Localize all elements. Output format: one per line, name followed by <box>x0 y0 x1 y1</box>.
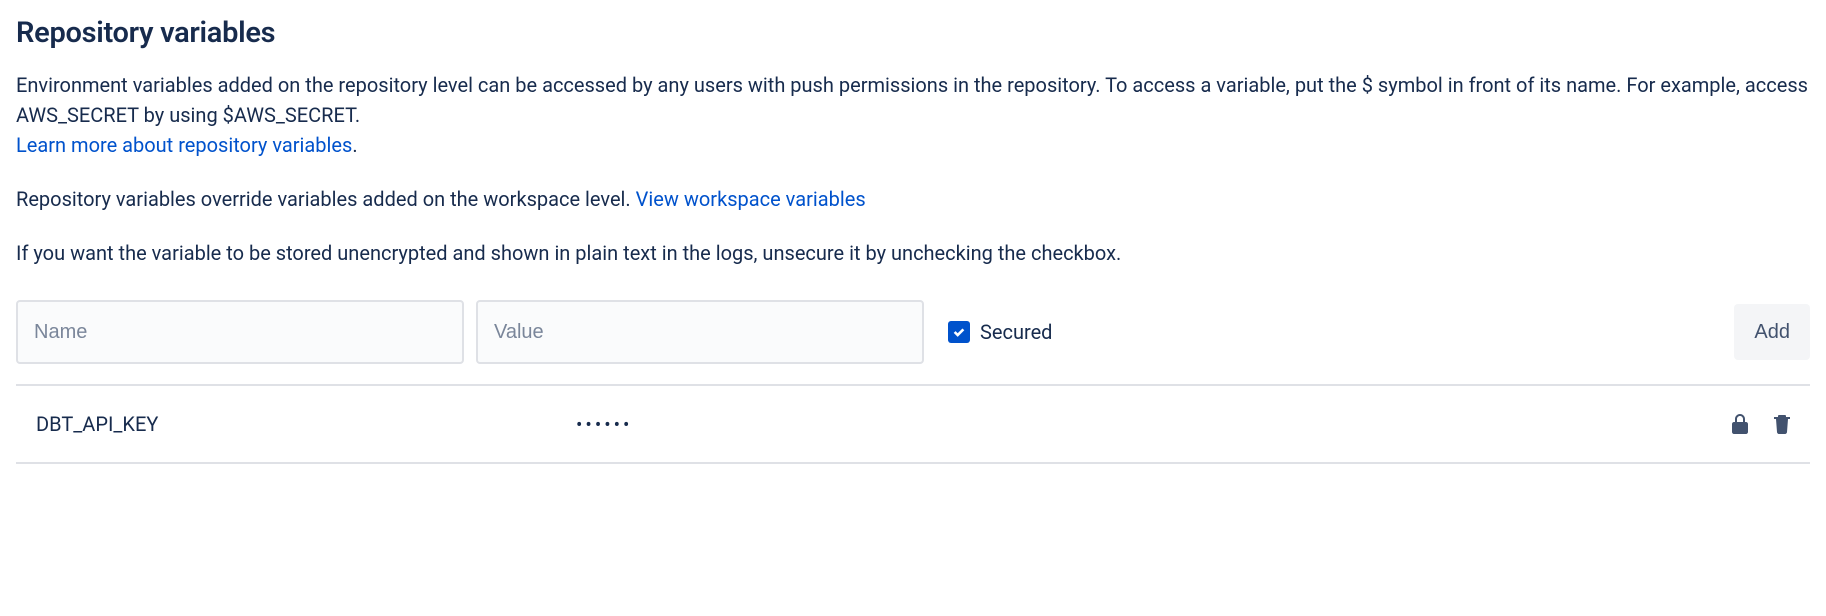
secured-checkbox-wrapper: Secured <box>948 320 1052 344</box>
variable-value-masked: •••••• <box>576 413 1728 436</box>
variable-name: DBT_API_KEY <box>16 412 576 436</box>
secured-label: Secured <box>980 320 1052 344</box>
add-variable-form: Secured Add <box>16 300 1810 364</box>
value-input[interactable] <box>476 300 924 364</box>
secured-checkbox[interactable] <box>948 321 970 343</box>
page-title: Repository variables <box>16 16 1810 50</box>
learn-more-link[interactable]: Learn more about repository variables <box>16 133 352 157</box>
unsecure-note: If you want the variable to be stored un… <box>16 238 1810 268</box>
name-input[interactable] <box>16 300 464 364</box>
lock-icon[interactable] <box>1728 412 1752 436</box>
variable-row: DBT_API_KEY •••••• <box>16 384 1810 464</box>
add-button[interactable]: Add <box>1734 304 1810 360</box>
override-note: Repository variables override variables … <box>16 184 1810 214</box>
view-workspace-variables-link[interactable]: View workspace variables <box>636 187 866 211</box>
variable-actions <box>1728 412 1810 436</box>
description-paragraph: Environment variables added on the repos… <box>16 70 1810 160</box>
check-icon <box>952 325 966 339</box>
trash-icon[interactable] <box>1770 412 1794 436</box>
override-text: Repository variables override variables … <box>16 187 636 211</box>
description-text: Environment variables added on the repos… <box>16 73 1808 127</box>
description-period: . <box>352 133 357 157</box>
